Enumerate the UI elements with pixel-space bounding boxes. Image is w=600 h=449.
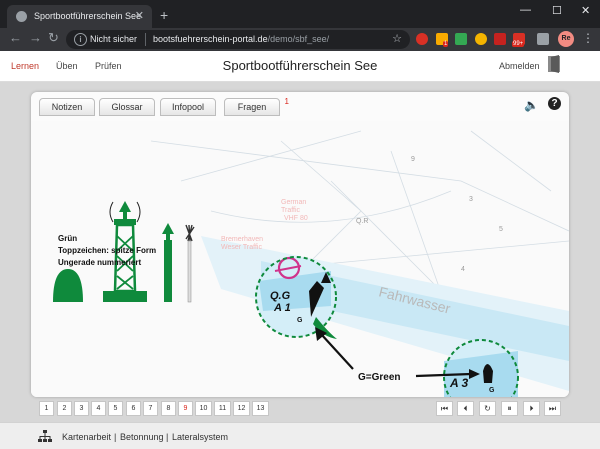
address-divider: [145, 33, 146, 46]
tab-strip: Sportbootführerschein See ✕ + — ☐ ✕: [0, 0, 600, 28]
sitemap-icon[interactable]: [38, 430, 52, 443]
url-path: /demo/sbf_see/: [267, 34, 330, 44]
page-button-1[interactable]: 1: [39, 401, 54, 416]
logout-link[interactable]: Abmelden: [499, 61, 540, 71]
browser-chrome: Sportbootführerschein See ✕ + — ☐ ✕ ← → …: [0, 0, 600, 51]
bookmark-star-icon[interactable]: ☆: [392, 32, 402, 45]
description-numbering: Ungerade nummeriert: [58, 258, 142, 267]
description-color: Grün: [58, 234, 78, 243]
breadcrumb-kartenarbeit[interactable]: Kartenarbeit: [62, 432, 111, 442]
minimize-icon[interactable]: —: [520, 4, 531, 16]
window-close-icon[interactable]: ✕: [581, 4, 590, 17]
security-status: Nicht sicher: [90, 34, 138, 44]
replay-icon[interactable]: ↻: [479, 401, 496, 416]
chart-label-bremerhaven: Bremerhaven: [221, 236, 263, 243]
chart-label-vhf: VHF 80: [284, 215, 308, 222]
tab-title: Sportbootführerschein See: [34, 11, 142, 21]
breadcrumb: Kartenarbeit | Betonnung | Lateralsystem: [0, 422, 600, 449]
address-bar[interactable]: i Nicht sicher bootsfuehrerschein-portal…: [66, 30, 410, 49]
page-button-11[interactable]: 11: [214, 401, 231, 416]
profile-avatar[interactable]: Re: [558, 31, 574, 47]
info-icon[interactable]: i: [74, 33, 87, 46]
page-button-9[interactable]: 9: [178, 401, 193, 416]
help-icon[interactable]: ?: [548, 97, 561, 110]
site-favicon-icon: [16, 11, 27, 22]
next-icon[interactable]: ⏵: [523, 401, 540, 416]
browser-toolbar: ← → ↻ i Nicht sicher bootsfuehrerschein-…: [0, 28, 600, 51]
buoy-qg-label: Q.G: [270, 290, 291, 302]
breadcrumb-betonnung[interactable]: Betonnung: [120, 432, 164, 442]
tab-glossar[interactable]: Glossar: [99, 98, 155, 116]
first-page-icon[interactable]: ⏮: [436, 401, 453, 416]
url-text[interactable]: bootsfuehrerschein-portal.de/demo/sbf_se…: [153, 34, 329, 44]
browser-tab[interactable]: Sportbootführerschein See ✕: [7, 5, 152, 28]
chart-label-qr: Q.R: [356, 218, 368, 225]
extension-green-icon[interactable]: [455, 33, 467, 45]
buoy-g-label: G: [297, 317, 303, 324]
lesson-card: Notizen Glossar Infopool Fragen 1 🔈 ? Ge…: [31, 92, 569, 397]
chart-label-traffic: Traffic: [281, 207, 301, 214]
buoy-a1-label: A 1: [273, 302, 291, 314]
browser-menu-icon[interactable]: ⋮: [582, 31, 594, 45]
breadcrumb-separator: |: [114, 432, 117, 442]
chart-depth-4: 4: [461, 266, 465, 273]
mail-badge: 99+: [512, 41, 525, 47]
page-button-12[interactable]: 12: [233, 401, 250, 416]
app-header: Lernen Üben Prüfen Sportbootführerschein…: [0, 51, 600, 82]
page-button-4[interactable]: 4: [91, 401, 106, 416]
tab-close-icon[interactable]: ✕: [135, 9, 144, 22]
page-button-6[interactable]: 6: [126, 401, 141, 416]
chart-depth-5: 5: [499, 226, 503, 233]
page-button-5[interactable]: 5: [108, 401, 123, 416]
description-topmark: Toppzeichen: spitze Form: [58, 246, 157, 255]
buoy-g2-label: G: [489, 387, 495, 394]
back-icon[interactable]: ←: [9, 30, 22, 45]
reload-icon[interactable]: ↻: [48, 30, 59, 46]
buoy-a3-label: A 3: [449, 376, 469, 390]
url-host: bootsfuehrerschein-portal.de: [153, 34, 268, 44]
pause-icon[interactable]: ⏸: [501, 401, 518, 416]
green-callout-label: G=Green: [358, 372, 401, 383]
forward-icon[interactable]: →: [29, 30, 42, 45]
audio-speaker-icon[interactable]: 🔈: [524, 98, 539, 112]
tab-fragen[interactable]: Fragen 1: [224, 97, 289, 116]
previous-icon[interactable]: ⏴: [457, 401, 474, 416]
tab-notizen[interactable]: Notizen: [39, 98, 95, 116]
new-tab-icon[interactable]: +: [160, 7, 168, 23]
maximize-icon[interactable]: ☐: [552, 4, 562, 17]
last-page-icon[interactable]: ⏭: [544, 401, 561, 416]
extension-red-icon[interactable]: [416, 33, 428, 45]
page-button-13[interactable]: 13: [252, 401, 269, 416]
content-stage: Notizen Glossar Infopool Fragen 1 🔈 ? Ge…: [0, 82, 600, 422]
pager-bar: 1 2 3 4 5 6 7 8 9 10 11 12 13 ⏮ ⏴ ↻ ⏸ ⏵ …: [31, 400, 569, 418]
page-button-3[interactable]: 3: [74, 401, 89, 416]
tab-infopool[interactable]: Infopool: [160, 98, 216, 116]
extension-pdf-icon[interactable]: [494, 33, 506, 45]
chart-label-weser: Weser Traffic: [221, 244, 262, 251]
page-button-7[interactable]: 7: [143, 401, 158, 416]
extension-list-icon[interactable]: [537, 33, 549, 45]
page-button-8[interactable]: 8: [161, 401, 176, 416]
extension-badge: 1: [443, 41, 449, 47]
breadcrumb-lateralsystem[interactable]: Lateralsystem: [172, 432, 228, 442]
breadcrumb-separator: |: [166, 432, 169, 442]
chart-label-german: German: [281, 199, 306, 206]
fragen-count-badge: 1: [284, 97, 289, 106]
tab-fragen-label: Fragen: [237, 102, 267, 112]
chart-depth-3: 3: [469, 196, 473, 203]
logout-door-icon[interactable]: [547, 55, 561, 73]
page-button-10[interactable]: 10: [195, 401, 212, 416]
extension-coin-icon[interactable]: [475, 33, 487, 45]
chart-depth-9: 9: [411, 156, 415, 163]
page-button-2[interactable]: 2: [57, 401, 72, 416]
